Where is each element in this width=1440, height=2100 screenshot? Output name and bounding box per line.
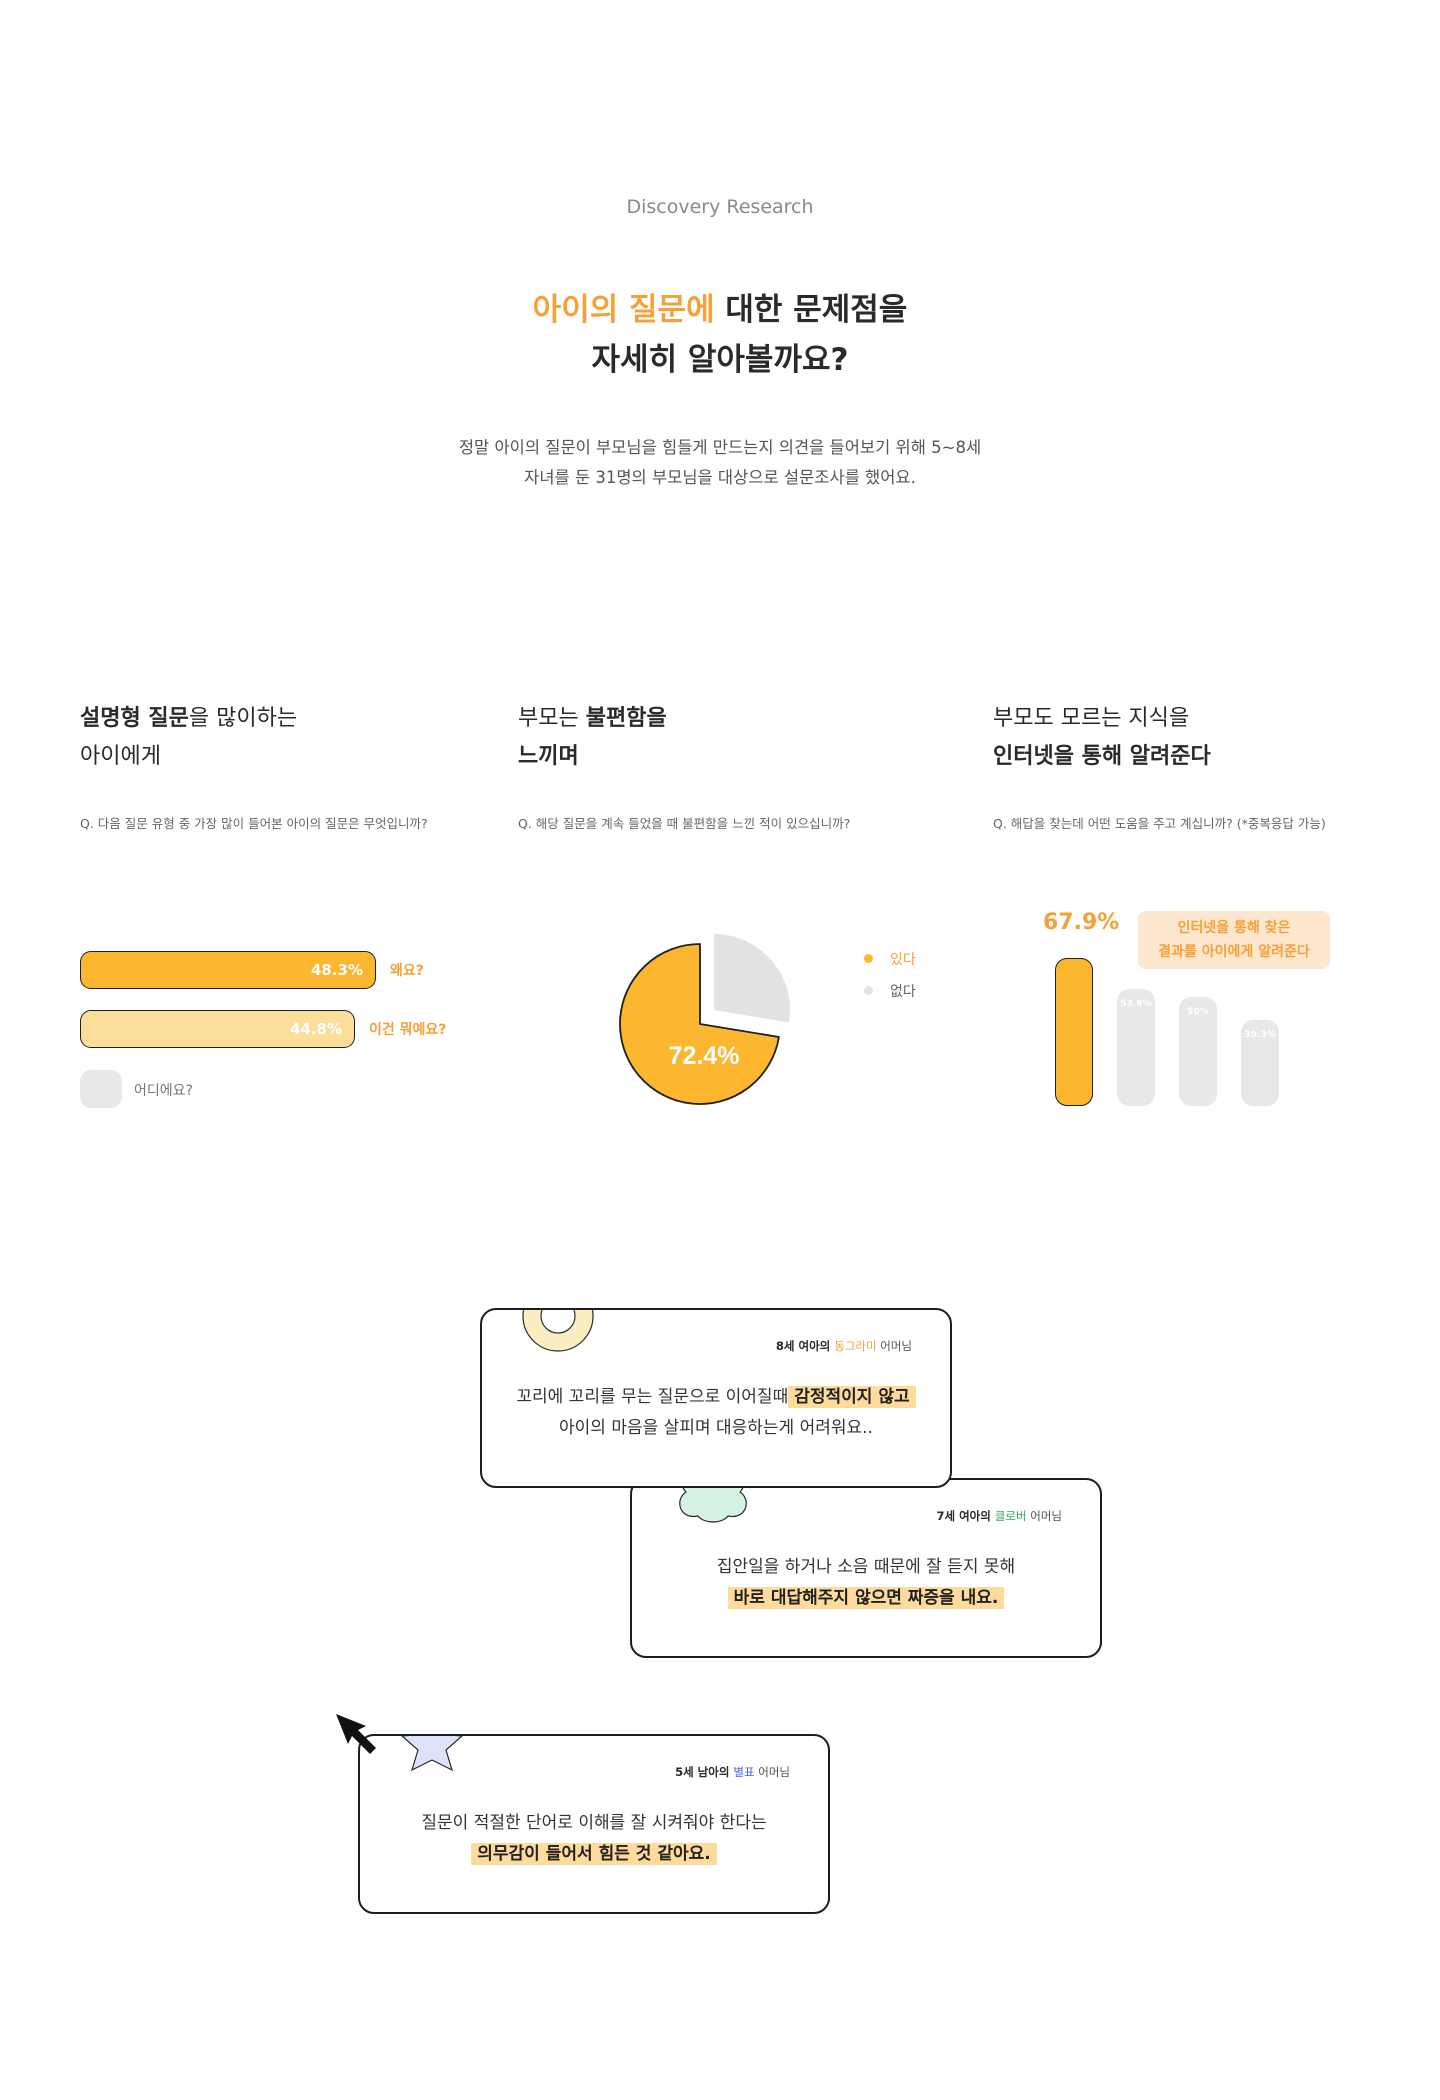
stat-question-1: Q. 다음 질문 유형 중 가장 많이 들어본 아이의 질문은 무엇입니까? <box>80 816 428 831</box>
quote-line-1-pre: 꼬리에 꼬리를 무는 질문으로 이어질때 <box>516 1387 789 1407</box>
pie-slice-no <box>714 934 790 1023</box>
callout-line-1: 인터넷을 통해 찾은 <box>1177 920 1291 936</box>
vbar-4-value: 39.3% <box>1244 1030 1276 1040</box>
hbar-what-label: 이건 뭐예요? <box>369 1022 447 1038</box>
intro-text: 정말 아이의 질문이 부모님을 힘들게 만드는지 의견을 들어보기 위해 5~8… <box>0 433 1440 493</box>
quote-card-circle: 8세 여아의 동그라미 어머님 꼬리에 꼬리를 무는 질문으로 이어질때 감정적이… <box>480 1308 952 1488</box>
vbar-callout: 인터넷을 통해 찾은 결과를 아이에게 알려준다 <box>1138 911 1330 969</box>
stat-heading-1: 설명형 질문을 많이하는 아이에게 <box>80 700 297 776</box>
stat-question-3: Q. 해답을 찾는데 어떤 도움을 주고 계십니까? (*중복응답 가능) <box>993 816 1326 831</box>
stat-heading-2-line2: 느끼며 <box>518 744 579 769</box>
quote-card-clover: 7세 여아의 클로버 어머님 집안일을 하거나 소음 때문에 잘 듣지 못해 바… <box>630 1478 1102 1658</box>
author-nickname: 별표 <box>733 1765 755 1779</box>
stat-heading-3: 부모도 모르는 지식을 인터넷을 통해 알려준다 <box>993 700 1211 776</box>
quote-line-1: 질문이 적절한 단어로 이해를 잘 시켜줘야 한다는 <box>421 1813 767 1833</box>
hbar-why-label: 왜요? <box>390 963 424 979</box>
quote-line-2: 아이의 마음을 살피며 대응하는게 어려워요.. <box>559 1418 873 1438</box>
quote-card-star: 5세 남아의 별표 어머님 질문이 적절한 단어로 이해를 잘 시켜줘야 한다는… <box>358 1734 830 1914</box>
vbar-4: 39.3% <box>1241 1020 1279 1106</box>
stat-heading-1-line2: 아이에게 <box>80 744 161 769</box>
quote-author: 8세 여아의 동그라미 어머님 <box>776 1338 912 1354</box>
author-nickname: 동그라미 <box>834 1339 877 1353</box>
legend-label-no: 없다 <box>890 984 916 1000</box>
stat-heading-1-bold: 설명형 질문 <box>80 706 189 731</box>
stat-heading-3-line1: 부모도 모르는 지식을 <box>993 706 1190 731</box>
section-eyebrow: Discovery Research <box>626 196 814 218</box>
quote-highlight: 의무감이 들어서 힘든 것 같아요. <box>471 1843 717 1865</box>
author-prefix: 5세 남아의 <box>675 1765 734 1779</box>
author-prefix: 8세 여아의 <box>775 1339 835 1353</box>
quote-body: 질문이 적절한 단어로 이해를 잘 시켜줘야 한다는 의무감이 들어서 힘든 것… <box>360 1808 828 1870</box>
stat-question-2: Q. 해당 질문을 계속 들었을 때 불편함을 느낀 적이 있으십니까? <box>518 816 851 831</box>
legend-dot-no <box>864 986 873 995</box>
hbar-what: 44.8% <box>80 1010 355 1048</box>
circle-shape-icon <box>522 1310 594 1352</box>
pie-value-label: 72.4% <box>669 1042 740 1070</box>
quote-highlight: 바로 대답해주지 않으면 짜증을 내요. <box>727 1587 1005 1609</box>
stat-heading-2-pre: 부모는 <box>518 706 586 731</box>
stat-heading-2: 부모는 불편함을 느끼며 <box>518 700 667 776</box>
star-shape-icon <box>401 1736 463 1772</box>
quote-author: 5세 남아의 별표 어머님 <box>675 1764 790 1780</box>
vbar-2-value: 53.6% <box>1120 999 1152 1009</box>
callout-line-2: 결과를 아이에게 알려준다 <box>1158 944 1310 960</box>
cursor-arrow-icon <box>336 1714 376 1754</box>
stat-heading-3-line2: 인터넷을 통해 알려준다 <box>993 744 1211 769</box>
author-suffix: 어머님 <box>754 1765 790 1779</box>
title-line-2: 자세히 알아볼까요? <box>591 342 849 378</box>
vbar-3: 50% <box>1179 997 1217 1106</box>
hbar-why: 48.3% <box>80 951 376 989</box>
hbar-where <box>80 1070 122 1108</box>
hbar-where-label: 어디에요? <box>134 1083 193 1099</box>
stat-heading-2-bold: 불편함을 <box>585 706 667 731</box>
quote-line-1: 집안일을 하거나 소음 때문에 잘 듣지 못해 <box>716 1557 1016 1577</box>
title-rest: 대한 문제점을 <box>714 292 908 328</box>
legend-dot-yes <box>864 954 873 963</box>
intro-line-2: 자녀를 둔 31명의 부모님을 대상으로 설문조사를 했어요. <box>524 468 916 487</box>
hbar-what-value: 44.8% <box>289 1020 342 1038</box>
title-accent: 아이의 질문에 <box>532 292 715 328</box>
vbar-internet <box>1055 958 1093 1106</box>
hbar-why-value: 48.3% <box>310 961 363 979</box>
legend-label-yes: 있다 <box>890 952 916 968</box>
author-prefix: 7세 여아의 <box>936 1509 995 1523</box>
author-nickname: 클로버 <box>994 1509 1027 1523</box>
quote-author: 7세 여아의 클로버 어머님 <box>937 1508 1063 1524</box>
quote-body: 꼬리에 꼬리를 무는 질문으로 이어질때 감정적이지 않고 아이의 마음을 살피며… <box>482 1382 950 1444</box>
author-suffix: 어머님 <box>876 1339 912 1353</box>
stat-heading-1-rest: 을 많이하는 <box>188 706 298 731</box>
vbar-top-value: 67.9% <box>1043 910 1120 935</box>
author-suffix: 어머님 <box>1026 1509 1062 1523</box>
vbar-2: 53.6% <box>1117 989 1155 1106</box>
vbar-3-value: 50% <box>1187 1007 1209 1017</box>
section-title: 아이의 질문에 대한 문제점을 자세히 알아볼까요? <box>0 285 1440 385</box>
quote-highlight: 감정적이지 않고 <box>788 1386 916 1408</box>
quote-body: 집안일을 하거나 소음 때문에 잘 듣지 못해 바로 대답해주지 않으면 짜증을… <box>632 1552 1100 1614</box>
pie-chart: 72.4% <box>619 934 790 1105</box>
intro-line-1: 정말 아이의 질문이 부모님을 힘들게 만드는지 의견을 들어보기 위해 5~8… <box>458 438 982 457</box>
